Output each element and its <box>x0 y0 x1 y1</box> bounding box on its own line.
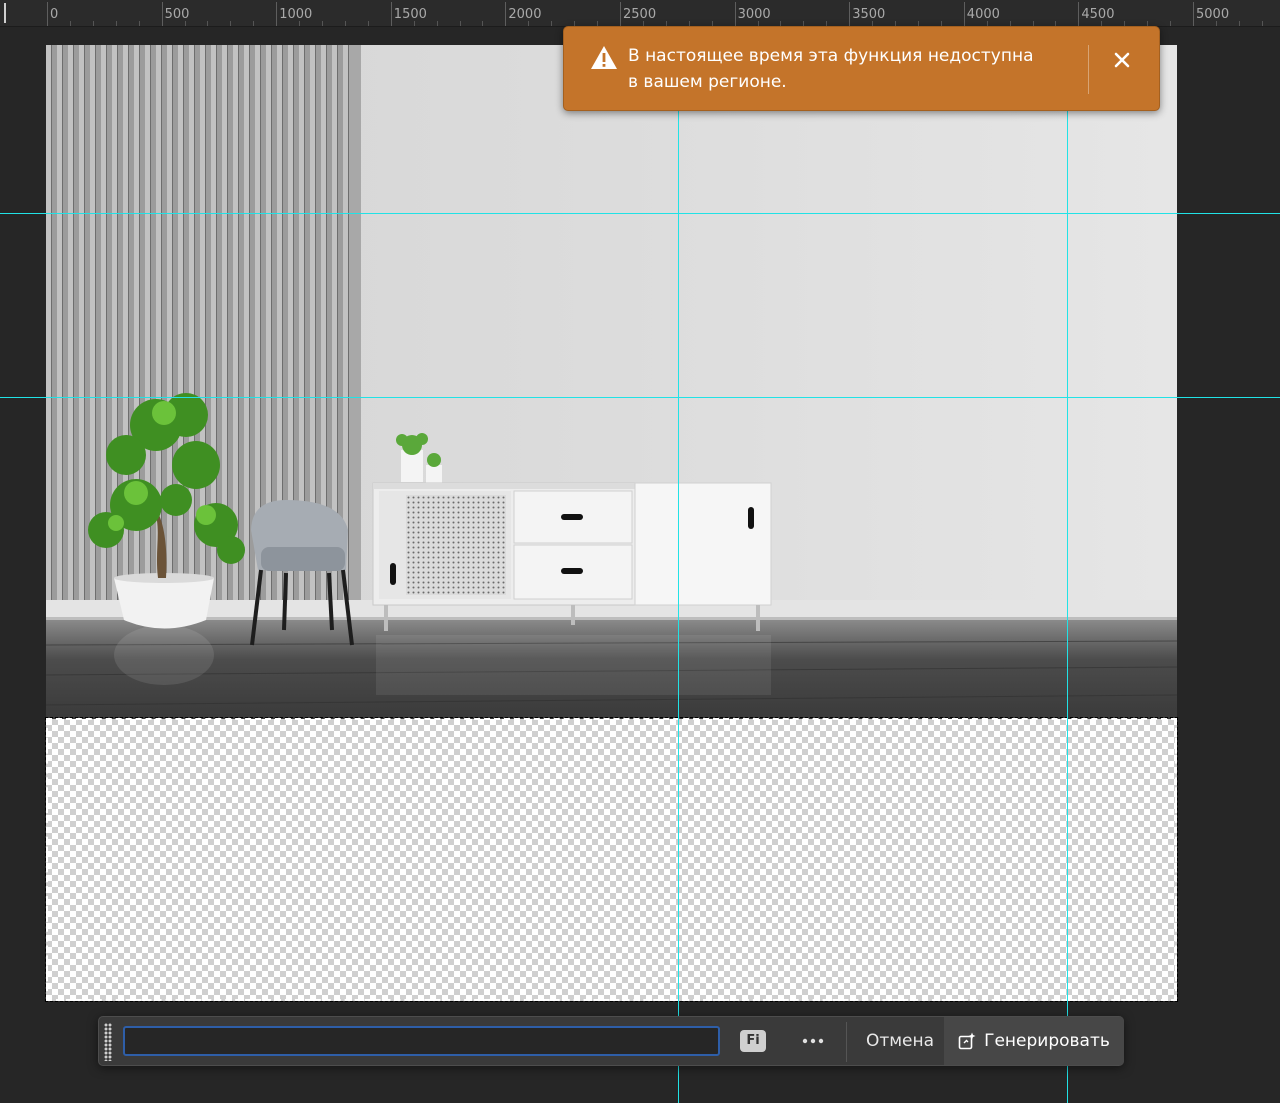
toast-divider <box>1088 45 1089 94</box>
room-photo <box>46 45 1177 719</box>
ruler-minor-tick <box>92 21 94 26</box>
generate-button[interactable]: Генерировать <box>944 1017 1124 1065</box>
ruler-label: 1500 <box>393 7 427 22</box>
ruler-minor-tick <box>230 21 232 26</box>
toast-close-button[interactable] <box>1106 44 1138 76</box>
ruler-label: 0 <box>50 7 59 22</box>
ruler-minor-tick <box>184 21 186 26</box>
ruler-label: 3500 <box>852 7 886 22</box>
bar-divider <box>846 1022 847 1062</box>
horizontal-ruler[interactable]: 0 500 1000 1500 2000 2500 3000 3500 4000 4500 5000 <box>0 0 1280 27</box>
ruler-major-tick <box>734 2 736 26</box>
warning-toast: В настоящее время эта функция недоступна… <box>563 26 1160 111</box>
ruler-label: 2000 <box>508 7 542 22</box>
ruler-major-tick <box>390 2 392 26</box>
ruler-minor-tick <box>367 21 369 26</box>
ruler-major-tick <box>276 2 278 26</box>
generative-sparkle-icon <box>958 1032 976 1050</box>
ruler-label: 4000 <box>966 7 1000 22</box>
fi-button[interactable]: Fi <box>740 1030 766 1052</box>
more-options-button[interactable] <box>793 1025 833 1057</box>
ruler-label: 2500 <box>623 7 657 22</box>
ruler-minor-tick <box>115 21 117 26</box>
ruler-label: 5000 <box>1196 7 1230 22</box>
ruler-major-tick <box>963 2 965 26</box>
ruler-minor-tick <box>1215 21 1217 26</box>
ruler-label: 4500 <box>1081 7 1115 22</box>
ruler-label: 500 <box>164 7 190 22</box>
cancel-button[interactable]: Отмена <box>857 1017 943 1065</box>
ruler-major-tick <box>1193 2 1194 26</box>
guide-horizontal[interactable] <box>0 213 1280 214</box>
ruler-label: 3000 <box>737 7 771 22</box>
generate-label: Генерировать <box>984 1031 1110 1051</box>
ruler-minor-tick <box>344 21 346 26</box>
close-icon <box>1114 52 1130 68</box>
ruler-major-tick <box>47 2 48 26</box>
ruler-minor-tick <box>413 21 415 26</box>
ruler-minor-tick <box>528 21 530 26</box>
ruler-major-tick <box>161 2 163 26</box>
ruler-minor-tick <box>482 21 484 26</box>
ruler-minor-tick <box>322 21 324 26</box>
ruler-major-tick <box>505 2 507 26</box>
ruler-minor-tick <box>69 21 71 26</box>
ruler-minor-tick <box>551 21 553 26</box>
ruler-minor-tick <box>459 21 461 26</box>
ruler-minor-tick <box>436 21 438 26</box>
warning-icon <box>591 46 617 69</box>
ruler-minor-tick <box>207 21 209 26</box>
ruler-cursor-marker <box>4 3 6 23</box>
drag-handle[interactable] <box>104 1023 112 1061</box>
toast-message: В настоящее время эта функция недоступна… <box>628 46 1034 92</box>
ellipsis-icon <box>802 1038 824 1044</box>
ruler-minor-tick <box>138 21 140 26</box>
transparent-extension-area[interactable] <box>46 719 1177 1001</box>
guide-vertical[interactable] <box>678 27 679 1103</box>
prompt-input[interactable] <box>123 1026 720 1056</box>
document-canvas[interactable] <box>46 45 1177 1001</box>
generative-fill-taskbar: Fi Отмена Генерировать <box>98 1016 1124 1066</box>
ruler-label: 1000 <box>279 7 313 22</box>
guide-horizontal[interactable] <box>0 397 1280 398</box>
ruler-minor-tick <box>1261 21 1263 26</box>
ruler-major-tick <box>620 2 621 26</box>
ruler-major-tick <box>1078 2 1080 26</box>
ruler-minor-tick <box>1170 21 1172 26</box>
ruler-minor-tick <box>253 21 255 26</box>
ruler-minor-tick <box>299 21 301 26</box>
ruler-minor-tick <box>1238 21 1240 26</box>
ruler-major-tick <box>849 2 851 26</box>
guide-vertical[interactable] <box>1067 27 1068 1103</box>
